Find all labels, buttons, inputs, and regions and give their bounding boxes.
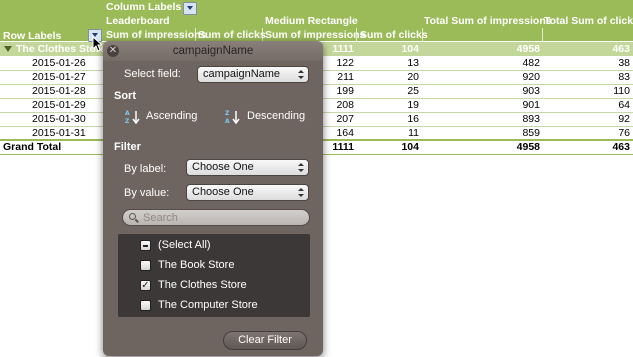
sort-descending-button[interactable]: Z A Descending [225,108,315,126]
grand-total-mr-clicks: 104 [401,141,419,153]
row-total-clicks: 76 [618,127,630,139]
row-total-impressions: 482 [522,57,540,69]
grand-total-label: Grand Total [3,141,62,153]
row-total-clicks: 38 [618,57,630,69]
search-input[interactable]: Search [122,209,310,226]
checkbox-checked[interactable]: ✓ [140,280,151,291]
by-value-label: By value: [124,187,170,199]
row-date: 2015-01-27 [32,71,86,83]
by-label-value: Choose One [192,161,254,173]
subheader-mr-clicks: Sum of clicks [360,29,428,41]
list-item-label: The Computer Store [158,299,258,311]
column-divider [356,28,357,42]
row-mr-clicks: 16 [407,113,419,125]
list-item-select-all[interactable]: (Select All) [118,236,310,254]
checkbox-mixed[interactable] [140,240,151,251]
subheader-lb-clicks: Sum of clicks [198,29,266,41]
subheader-mr-impressions: Sum of impressions [265,29,366,41]
row-total-clicks: 110 [613,85,630,97]
group-header-medium-rectangle: Medium Rectangle [265,15,358,27]
updown-arrows-icon [298,163,304,173]
svg-text:A: A [225,118,230,125]
filter-heading: Filter [114,141,141,153]
list-item-clothes-store[interactable]: ✓ The Clothes Store [118,276,310,294]
store-mr-clicks: 104 [401,43,419,55]
row-total-impressions: 859 [522,127,540,139]
row-total-impressions: 901 [522,99,540,111]
column-divider [195,28,196,42]
filter-item-list: (Select All) The Book Store ✓ The Clothe… [118,234,310,317]
row-total-impressions: 903 [522,85,540,97]
select-field-value: campaignName [203,68,281,80]
subheader-lb-impressions: Sum of impressions [106,29,207,41]
row-mr-clicks: 13 [407,57,419,69]
updown-arrows-icon [298,188,304,198]
list-item-label: The Book Store [158,259,235,271]
column-labels-header: Column Labels [106,1,182,13]
sort-heading: Sort [114,90,136,102]
sort-ascending-icon: A Z [125,109,141,125]
list-item-book-store[interactable]: The Book Store [118,256,310,274]
row-total-clicks: 83 [618,71,630,83]
popup-title-bar: campaignName ✕ [103,41,323,61]
by-label-dropdown[interactable]: Choose One [186,159,309,176]
row-mr-clicks: 20 [407,71,419,83]
filter-popup: campaignName ✕ Select field: campaignNam… [103,41,323,356]
popup-title: campaignName [172,45,254,57]
total-clicks-header: Total Sum of clicks [544,15,633,27]
store-total-clicks: 463 [612,43,630,55]
row-total-impressions: 893 [522,113,540,125]
column-divider [542,28,543,42]
checkbox-unchecked[interactable] [140,260,151,271]
list-item-label: The Clothes Store [158,279,247,291]
column-divider [262,28,263,42]
select-field-label: Select field: [124,68,181,80]
row-mr-clicks: 11 [408,127,419,139]
column-divider [422,28,423,42]
search-placeholder: Search [143,212,178,224]
clear-filter-button[interactable]: Clear Filter [223,331,307,350]
row-date: 2015-01-28 [32,85,86,97]
svg-text:Z: Z [125,118,130,125]
grand-total-impressions: 4958 [516,141,540,153]
collapse-triangle-icon[interactable] [4,46,12,52]
row-total-clicks: 64 [618,99,630,111]
sort-ascending-button[interactable]: A Z Ascending [125,108,205,126]
list-item-computer-store[interactable]: The Computer Store [118,296,310,314]
row-date: 2015-01-31 [32,127,86,139]
row-date: 2015-01-29 [32,99,86,111]
sort-ascending-label: Ascending [146,110,198,122]
updown-arrows-icon [298,70,304,80]
by-value-value: Choose One [192,186,254,198]
total-impressions-header: Total Sum of impressions [424,15,552,27]
group-header-leaderboard: Leaderboard [106,15,170,27]
by-value-dropdown[interactable]: Choose One [186,184,309,201]
row-total-impressions: 920 [522,71,540,83]
search-icon [129,213,136,220]
sort-descending-icon: Z A [225,109,241,125]
grand-total-clicks: 463 [612,141,630,153]
list-item-label: (Select All) [158,239,211,251]
store-total-impressions: 4958 [516,43,540,55]
sort-descending-label: Descending [247,110,306,122]
column-labels-filter-button[interactable] [183,2,197,15]
select-field-dropdown[interactable]: campaignName [197,66,309,83]
by-label-label: By label: [124,163,167,175]
checkbox-unchecked[interactable] [140,300,151,311]
row-total-clicks: 92 [618,113,630,125]
svg-text:Z: Z [225,110,230,117]
row-mr-clicks: 25 [407,85,419,97]
row-mr-clicks: 19 [407,99,419,111]
row-date: 2015-01-26 [32,57,86,69]
row-date: 2015-01-30 [32,113,86,125]
close-icon[interactable]: ✕ [107,45,119,57]
svg-text:A: A [125,110,130,117]
